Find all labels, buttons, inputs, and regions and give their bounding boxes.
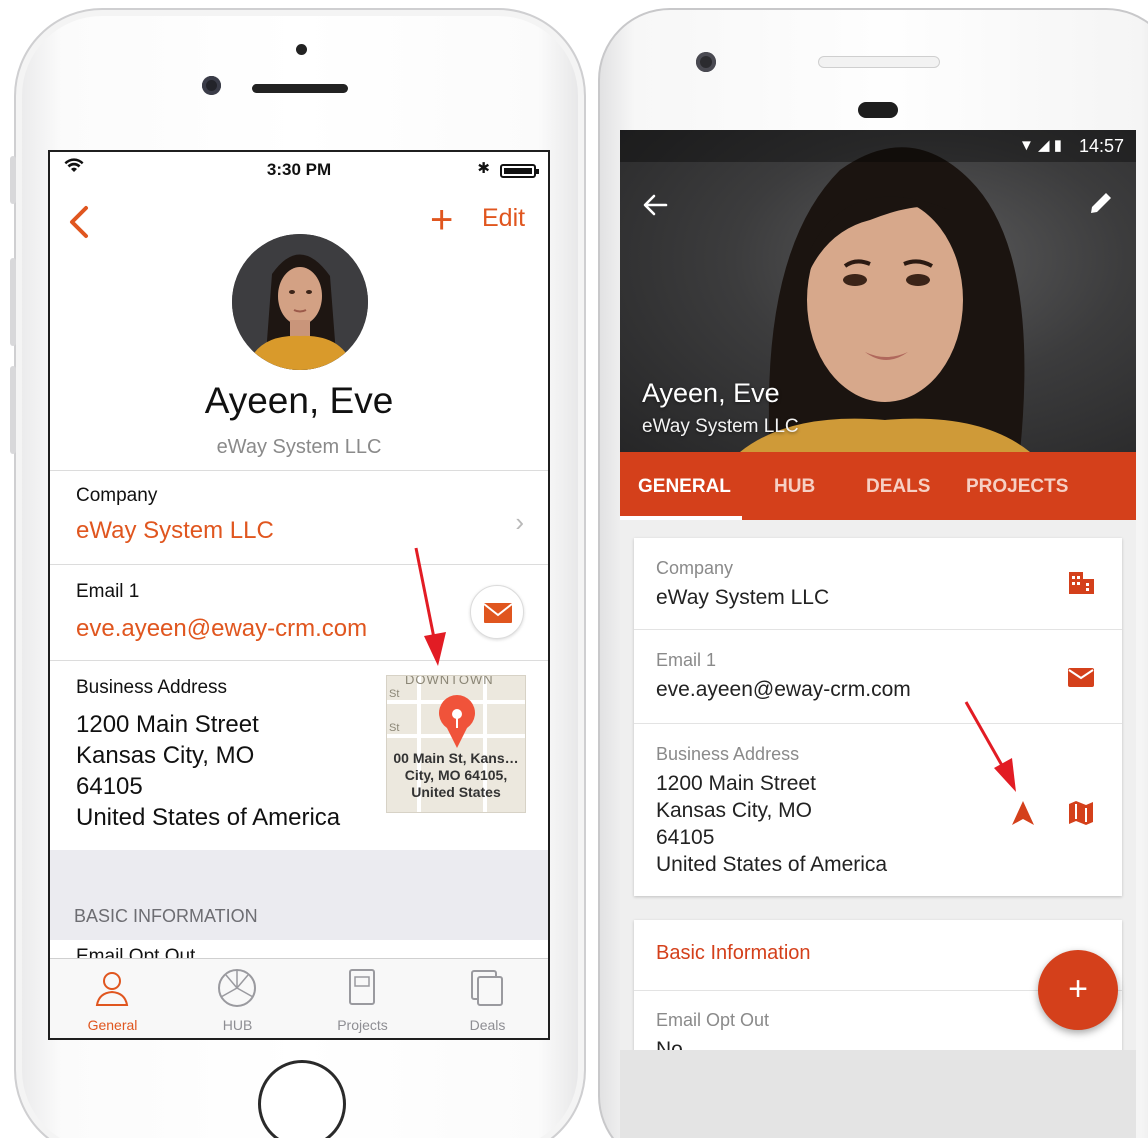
tab-general[interactable]: GENERAL (638, 476, 731, 498)
navigation-arrow-icon[interactable] (1008, 798, 1038, 828)
email-opt-out-label: Email Opt Out (656, 1010, 770, 1030)
arrow-back-icon[interactable] (640, 190, 670, 220)
back-chevron-icon[interactable] (60, 200, 100, 244)
map-street-label: St (389, 688, 400, 700)
iphone-volume-down (10, 366, 16, 454)
android-sensor (858, 102, 898, 118)
basic-info-section-header: BASIC INFORMATION (50, 850, 548, 940)
signal-battery-icons: ▼ ◢ ▮ (1019, 137, 1062, 154)
email-opt-out-value: No (656, 1038, 683, 1050)
ios-status-time: 3:30 PM (266, 160, 332, 179)
email-label: Email 1 (656, 650, 717, 670)
edit-button[interactable]: Edit (482, 204, 525, 233)
add-fab-button[interactable]: + (1038, 950, 1118, 1030)
android-status-time: 14:57 (1078, 136, 1124, 156)
tab-general[interactable]: General (50, 959, 175, 1038)
iphone-volume-up (10, 258, 16, 346)
email-field[interactable]: Email 1 eve.ayeen@eway-crm.com (634, 630, 1122, 724)
battery-icon (500, 164, 539, 178)
android-speaker-grill (818, 56, 940, 68)
iphone-front-camera (202, 76, 221, 95)
envelope-icon[interactable] (1066, 662, 1096, 692)
email-value[interactable]: eve.ayeen@eway-crm.com (76, 615, 367, 643)
tab-deals[interactable]: Deals (425, 959, 548, 1038)
avatar (232, 234, 368, 370)
android-bottom-bezel (620, 1050, 1136, 1138)
address-line: 1200 Main Street (76, 711, 259, 738)
section-label: BASIC INFORMATION (74, 906, 258, 926)
android-front-camera (696, 52, 716, 72)
company-value[interactable]: eWay System LLC (76, 517, 274, 545)
hub-icon (218, 969, 256, 1007)
iphone-home-button[interactable] (258, 1060, 346, 1138)
basic-information-title: Basic Information (656, 942, 811, 964)
address-field[interactable]: Business Address 1200 Main Street Kansas… (634, 724, 1122, 896)
contact-header-photo: ▼ ◢ ▮ 14:57 Ayeen, Eve eWay System LLC (620, 130, 1136, 452)
contact-company-subtitle: eWay System LLC (642, 416, 799, 437)
active-tab-indicator (620, 516, 742, 520)
address-line: Kansas City, MO (656, 799, 812, 822)
android-contact-screen: ▼ ◢ ▮ 14:57 Ayeen, Eve eWay System LLC G… (620, 130, 1136, 1050)
company-row[interactable]: Company eWay System LLC › (50, 470, 548, 564)
map-street-label: St (389, 722, 400, 734)
map-icon[interactable] (1066, 798, 1096, 828)
address-line: Kansas City, MO (76, 742, 255, 769)
iphone-proximity-sensor (296, 44, 307, 55)
pencil-icon[interactable] (1086, 188, 1116, 218)
ios-status-bar: 3:30 PM ✱ (50, 152, 548, 186)
address-value: 1200 Main Street Kansas City, MO 64105 U… (656, 770, 887, 878)
address-map-thumbnail[interactable]: DOWNTOWN St St 00 Main St, Kans… City, M… (386, 675, 526, 813)
deals-icon (471, 970, 503, 1006)
address-line: 64105 (76, 773, 143, 800)
email-label: Email 1 (76, 581, 140, 602)
company-value: eWay System LLC (656, 586, 830, 609)
chevron-right-icon: › (515, 507, 524, 537)
send-email-button[interactable] (470, 585, 524, 639)
ios-tab-bar: General HUB Projects Deals (50, 958, 548, 1038)
email-row[interactable]: Email 1 eve.ayeen@eway-crm.com (50, 564, 548, 660)
address-line: 1200 Main Street (656, 772, 816, 795)
address-line: 64105 (656, 826, 715, 849)
add-button[interactable]: + (430, 198, 453, 242)
projects-icon (349, 969, 375, 1005)
address-label: Business Address (76, 677, 228, 698)
email-value: eve.ayeen@eway-crm.com (656, 678, 911, 701)
contact-company-subtitle: eWay System LLC (216, 436, 382, 458)
map-address-text: 00 Main St, Kans… City, MO 64105, United… (393, 750, 519, 800)
contact-name: Ayeen, Eve (204, 380, 394, 421)
map-pin-icon (439, 695, 475, 748)
tab-projects[interactable]: Projects (300, 959, 425, 1038)
map-district-label: DOWNTOWN (405, 675, 494, 687)
company-label: Company (656, 558, 734, 578)
building-icon[interactable] (1066, 568, 1096, 598)
tab-projects[interactable]: PROJECTS (966, 476, 1068, 498)
contact-name: Ayeen, Eve (642, 378, 780, 408)
address-label: Business Address (656, 744, 800, 764)
ios-contact-screen: 3:30 PM ✱ + Edit Ayeen, Eve eWay System … (48, 150, 550, 1040)
person-icon (95, 972, 129, 1006)
tab-deals[interactable]: DEALS (866, 476, 930, 498)
address-line: United States of America (656, 853, 888, 876)
contact-details-card: Company eWay System LLC Email 1 eve.ayee… (634, 538, 1122, 896)
tab-hub[interactable]: HUB (774, 476, 815, 498)
address-row[interactable]: Business Address 1200 Main Street Kansas… (50, 660, 548, 850)
bluetooth-icon: ✱ (477, 160, 490, 177)
address-value: 1200 Main Street Kansas City, MO 64105 U… (76, 709, 340, 833)
iphone-mute-switch (10, 156, 16, 204)
iphone-speaker (252, 84, 348, 93)
address-line: United States of America (76, 804, 341, 831)
envelope-icon (483, 603, 513, 623)
company-label: Company (76, 485, 158, 506)
company-field[interactable]: Company eWay System LLC (634, 538, 1122, 630)
android-tab-bar: GENERAL HUB DEALS PROJECTS (620, 452, 1136, 520)
android-status-bar: ▼ ◢ ▮ 14:57 (620, 130, 1136, 162)
tab-hub[interactable]: HUB (175, 959, 300, 1038)
